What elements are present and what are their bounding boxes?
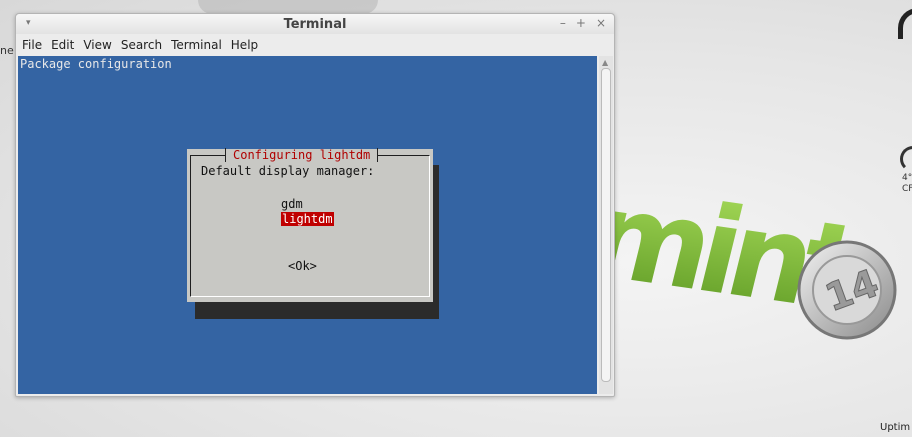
menu-file[interactable]: File (22, 38, 42, 52)
configure-dialog: Configuring lightdm Default display mana… (187, 148, 433, 302)
desktop-left-edge-text: ne (0, 44, 14, 57)
scroll-up-icon[interactable]: ▲ (602, 58, 608, 67)
uptime-label: Uptim (880, 422, 911, 433)
option-lightdm-selected[interactable]: lightdm (281, 212, 334, 226)
terminal-scrollbar[interactable]: ▲ (599, 56, 613, 394)
desktop-widget-arc-icon (898, 8, 912, 39)
window-controls: – + × (560, 16, 606, 30)
option-gdm[interactable]: gdm (281, 197, 303, 211)
scrollbar-thumb[interactable] (601, 68, 611, 382)
menu-help[interactable]: Help (231, 38, 258, 52)
menu-view[interactable]: View (83, 38, 111, 52)
menu-search[interactable]: Search (121, 38, 162, 52)
terminal-window: ▾ Terminal – + × File Edit View Search T… (15, 13, 615, 397)
window-titlebar[interactable]: ▾ Terminal – + × (16, 14, 614, 34)
dialog-title: Configuring lightdm (225, 148, 379, 162)
window-title: Terminal (283, 17, 347, 32)
close-button[interactable]: × (596, 16, 606, 30)
menu-terminal[interactable]: Terminal (171, 38, 222, 52)
menu-edit[interactable]: Edit (51, 38, 74, 52)
ok-button[interactable]: <Ok> (288, 259, 317, 273)
dialog-prompt: Default display manager: (201, 164, 375, 178)
terminal-screen[interactable]: Package configuration Configuring lightd… (18, 56, 597, 394)
menubar: File Edit View Search Terminal Help (16, 34, 614, 56)
maximize-button[interactable]: + (576, 16, 586, 30)
package-configuration-header: Package configuration (20, 57, 172, 71)
linux-mint-logo: mint 14 (600, 164, 897, 340)
minimize-button[interactable]: – (560, 16, 566, 30)
desktop-window-edge (198, 0, 378, 14)
